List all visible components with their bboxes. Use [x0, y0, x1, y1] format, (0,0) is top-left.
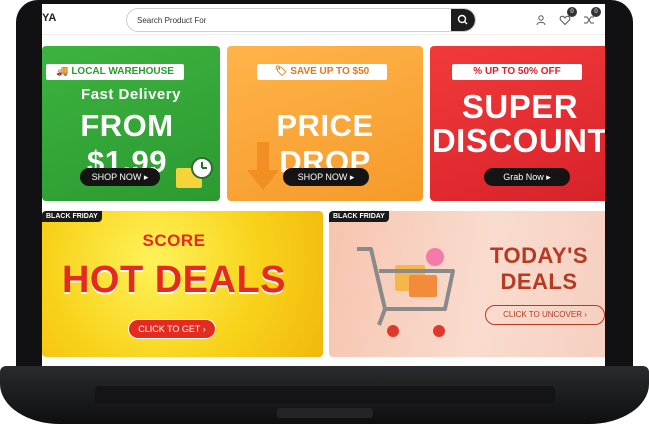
- down-arrow-icon: [247, 142, 279, 190]
- hot-deals-headline: HOT DEALS: [61, 259, 287, 301]
- local-warehouse-banner[interactable]: 🚚 LOCAL WAREHOUSE Fast Delivery FROM $1.…: [42, 46, 220, 201]
- search-input[interactable]: [135, 12, 439, 29]
- site-header: YA 0 0: [42, 4, 605, 35]
- tag-icon: 🏷: [274, 66, 288, 77]
- up-to-off-tag: % UP TO 50% OFF: [452, 64, 582, 80]
- user-icon: [536, 15, 546, 26]
- local-warehouse-tag: 🚚 LOCAL WAREHOUSE: [46, 64, 184, 80]
- clock-box-icon: [176, 157, 213, 188]
- hot-deals-banner[interactable]: BLACK FRIDAY SCORE HOT DEALS CLICK TO GE…: [42, 211, 323, 357]
- black-friday-badge-2: BLACK FRIDAY: [329, 211, 389, 222]
- site-logo[interactable]: YA: [42, 12, 56, 24]
- super-headline: SUPER: [461, 88, 579, 125]
- truck-icon: 🚚: [56, 66, 69, 77]
- account-button[interactable]: [535, 13, 547, 26]
- shop-now-button[interactable]: SHOP NOW ▸: [80, 168, 160, 186]
- wishlist-count-badge: 0: [567, 7, 577, 17]
- laptop-screen: YA 0 0: [42, 4, 605, 366]
- percent-tag-icon: %: [473, 66, 483, 77]
- local-warehouse-tag-text: LOCAL WAREHOUSE: [71, 66, 174, 77]
- search-icon: [457, 14, 468, 25]
- wishlist-button[interactable]: 0: [559, 7, 577, 26]
- black-friday-badge: BLACK FRIDAY: [42, 211, 102, 222]
- search-button[interactable]: [451, 9, 475, 31]
- fast-delivery-text: Fast Delivery: [81, 86, 181, 103]
- price-drop-banner[interactable]: 🏷 SAVE UP TO $50 PRICE DROP SHOP NOW ▸: [227, 46, 423, 201]
- compare-button[interactable]: 0: [583, 7, 601, 25]
- todays-deals-banner[interactable]: BLACK FRIDAY TODAY'S DEALS CLICK TO UNCO…: [329, 211, 605, 357]
- deals-headline: DEALS: [500, 269, 578, 294]
- laptop-trackpad: [277, 408, 373, 418]
- laptop-keyboard: [95, 386, 555, 404]
- super-discount-banner[interactable]: % UP TO 50% OFF SUPER DISCOUNT Grab Now …: [430, 46, 605, 201]
- click-to-get-button[interactable]: CLICK TO GET ›: [128, 319, 216, 339]
- up-to-off-tag-text: UP TO 50% OFF: [484, 66, 561, 77]
- save-up-tag: 🏷 SAVE UP TO $50: [257, 64, 387, 80]
- save-up-tag-text: SAVE UP TO $50: [290, 66, 370, 77]
- todays-headline: TODAY'S: [490, 243, 588, 268]
- grab-now-button[interactable]: Grab Now ▸: [484, 168, 570, 186]
- shopping-cart-icon: [357, 247, 455, 337]
- click-to-uncover-button[interactable]: CLICK TO UNCOVER ›: [485, 305, 605, 325]
- shop-now-button-2[interactable]: SHOP NOW ▸: [283, 168, 369, 186]
- cart-count-badge: 0: [591, 7, 601, 17]
- search-bar: [126, 8, 476, 32]
- score-text: SCORE: [142, 231, 206, 250]
- discount-headline: DISCOUNT: [431, 122, 605, 159]
